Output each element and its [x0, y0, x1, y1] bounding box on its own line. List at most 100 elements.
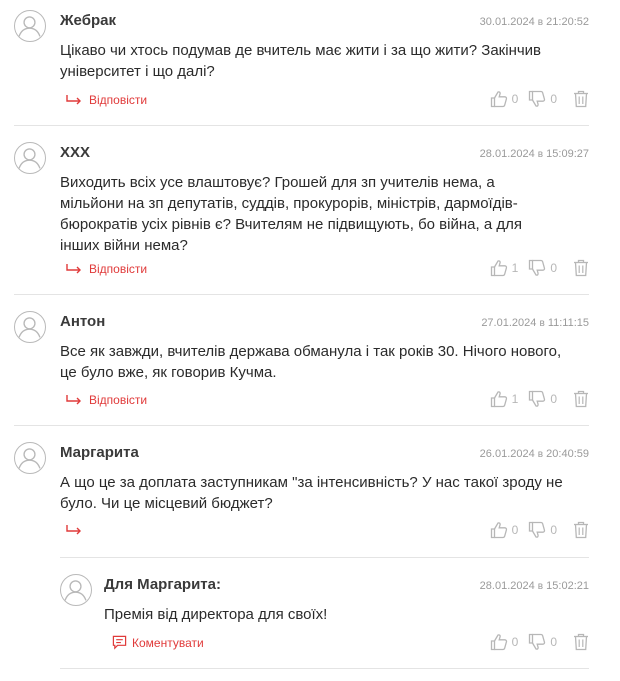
- user-icon: [61, 575, 90, 604]
- comment-author: Антон: [60, 313, 106, 330]
- dislike-button[interactable]: 0: [528, 259, 557, 277]
- reply-arrow-icon: [65, 263, 83, 275]
- user-icon: [15, 312, 44, 341]
- trash-icon: [573, 90, 589, 108]
- avatar: [14, 142, 46, 174]
- thumbs-down-icon: [528, 90, 546, 108]
- thumbs-down-icon: [528, 521, 546, 539]
- dislike-count: 0: [550, 523, 557, 537]
- comment-date: 28.01.2024 в 15:09:27: [480, 148, 589, 160]
- time-value: 11:11:15: [547, 317, 589, 329]
- chat-bubble-icon: [112, 635, 127, 650]
- reply-label: Відповісти: [89, 262, 148, 276]
- avatar: [14, 311, 46, 343]
- dislike-count: 0: [550, 92, 557, 106]
- trash-icon: [573, 390, 589, 408]
- thumbs-up-icon: [490, 90, 508, 108]
- dislike-button[interactable]: 0: [528, 633, 557, 651]
- delete-button[interactable]: [573, 90, 589, 108]
- time-separator: в: [537, 17, 544, 28]
- delete-button[interactable]: [573, 633, 589, 651]
- like-count: 1: [511, 261, 519, 275]
- time-value: 15:02:21: [546, 580, 589, 592]
- delete-button[interactable]: [573, 521, 589, 539]
- user-icon: [15, 443, 44, 472]
- comment-actions: 0 0: [480, 633, 589, 651]
- comment-date: 28.01.2024 в 15:02:21: [480, 580, 589, 592]
- thumbs-down-icon: [528, 633, 546, 651]
- comment-actions: 1 0: [480, 259, 589, 277]
- reply-arrow-icon: [65, 524, 83, 536]
- thumbs-down-icon: [528, 390, 546, 408]
- thumbs-up-icon: [490, 259, 508, 277]
- reply-arrow-icon: [65, 394, 83, 406]
- user-icon: [15, 143, 44, 172]
- comment-text: Все як завжди, вчителів держава обманула…: [60, 343, 562, 381]
- time-separator: в: [537, 449, 544, 460]
- like-button[interactable]: 0: [490, 521, 519, 539]
- avatar: [14, 10, 46, 42]
- thumbs-up-icon: [490, 521, 508, 539]
- date-value: 28.01.2024: [479, 580, 535, 592]
- date-value: 26.01.2024: [479, 448, 535, 460]
- comment-text: А що це за доплата заступникам "за інтен…: [60, 474, 563, 512]
- dislike-count: 0: [550, 392, 557, 406]
- comment-date: 30.01.2024 в 21:20:52: [480, 16, 589, 28]
- time-value: 21:20:52: [546, 16, 589, 28]
- comment-label: Коментувати: [132, 635, 204, 650]
- thumbs-up-icon: [490, 633, 508, 651]
- trash-icon: [573, 259, 589, 277]
- dislike-count: 0: [550, 261, 557, 275]
- trash-icon: [573, 633, 589, 651]
- delete-button[interactable]: [573, 390, 589, 408]
- dislike-button[interactable]: 0: [528, 390, 557, 408]
- comment-text: Виходить всіх усе влаштовує? Грошей для …: [60, 174, 522, 254]
- time-separator: в: [537, 149, 544, 160]
- divider: [14, 125, 589, 126]
- comment-actions: 0 0: [480, 521, 589, 539]
- like-button[interactable]: 1: [490, 259, 519, 277]
- divider: [14, 294, 589, 295]
- avatar: [14, 442, 46, 474]
- like-count: 0: [511, 635, 519, 649]
- time-separator: в: [539, 318, 545, 329]
- comment-author: XXX: [60, 144, 91, 161]
- dislike-button[interactable]: 0: [528, 521, 557, 539]
- reply-button[interactable]: Відповісти: [65, 393, 147, 407]
- comment-author: Маргарита: [60, 444, 139, 461]
- comment-author: Жебрак: [60, 12, 116, 29]
- reply-arrow-icon: [65, 94, 83, 106]
- delete-button[interactable]: [573, 259, 589, 277]
- divider: [60, 668, 589, 669]
- avatar: [60, 574, 92, 606]
- like-count: 0: [511, 523, 519, 537]
- like-count: 1: [511, 392, 519, 406]
- dislike-button[interactable]: 0: [528, 90, 557, 108]
- like-button[interactable]: 1: [490, 390, 519, 408]
- reply-label: Відповісти: [89, 93, 148, 107]
- time-value: 15:09:27: [546, 148, 589, 160]
- comment-actions: 0 0: [480, 90, 589, 108]
- like-button[interactable]: 0: [490, 90, 518, 108]
- reply-button[interactable]: Відповісти: [65, 262, 147, 276]
- comment-button[interactable]: Коментувати: [112, 635, 204, 650]
- like-button[interactable]: 0: [490, 633, 519, 651]
- user-icon: [15, 11, 44, 40]
- reply-button[interactable]: [65, 524, 89, 536]
- comment-author: Для Маргарита:: [104, 576, 221, 593]
- divider: [14, 425, 589, 426]
- comment-text: Цікаво чи хтось подумав де вчитель має ж…: [60, 42, 542, 80]
- comment-actions: 1 0: [480, 390, 589, 408]
- reply-label: Відповісти: [89, 393, 148, 407]
- time-separator: в: [537, 581, 544, 592]
- comment-text: Премія від директора для своїх!: [104, 606, 328, 623]
- date-value: 30.01.2024: [479, 16, 535, 28]
- dislike-count: 0: [550, 635, 557, 649]
- reply-button[interactable]: Відповісти: [65, 93, 147, 107]
- date-value: 28.01.2024: [479, 148, 535, 160]
- date-value: 27.01.2024: [481, 317, 537, 329]
- thumbs-up-icon: [490, 390, 508, 408]
- time-value: 20:40:59: [546, 448, 589, 460]
- comment-date: 27.01.2024 в 11:11:15: [481, 317, 589, 329]
- divider: [60, 557, 589, 558]
